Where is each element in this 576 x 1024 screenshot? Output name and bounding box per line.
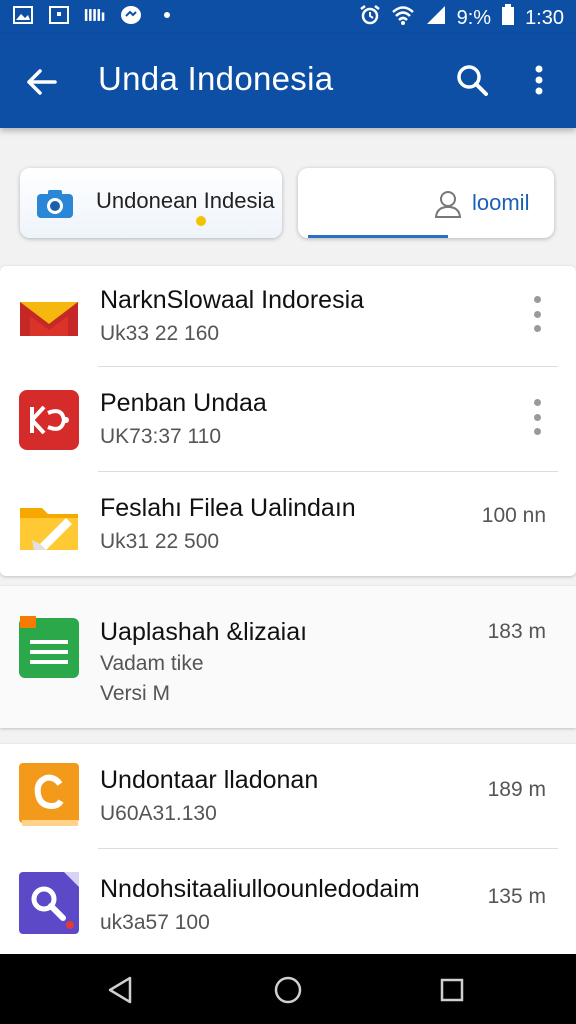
search-icon	[457, 65, 488, 96]
battery-icon	[501, 4, 515, 32]
item-subtitle: UK73:37 110	[100, 425, 222, 448]
square-recents-icon	[440, 978, 464, 1002]
gallery-notification-icon	[12, 5, 34, 25]
item-more-button[interactable]	[526, 296, 548, 332]
data-notification-icon	[84, 5, 106, 25]
chip-label: Undonean Indesia	[96, 188, 275, 213]
item-title: Uaplashah &lizaiaı	[100, 618, 308, 646]
list-item[interactable]: NarknSlowaal Indoresia Uk33 22 160	[0, 266, 576, 366]
item-title: Nndohsitaaliulloounledodaim	[100, 875, 420, 903]
list-item[interactable]: Nndohsitaaliulloounledodaim uk3a57 100 1…	[0, 849, 576, 953]
list-item[interactable]: Uaplashah &lizaiaı Vadam tike Versi M 18…	[0, 586, 576, 728]
item-title: Feslahı Filea Ualindaın	[100, 494, 356, 522]
item-title: Undontaar lladonan	[100, 766, 319, 794]
item-title: Penban Undaa	[100, 389, 267, 417]
chip-indicator-dot	[196, 216, 206, 226]
sheets-app-icon	[18, 614, 80, 678]
item-subtitle: uk3a57 100	[100, 911, 210, 934]
list-card: NarknSlowaal Indoresia Uk33 22 160 Penba…	[0, 266, 576, 576]
filter-chip-indonesia[interactable]: Undonean Indesia	[20, 168, 282, 238]
overflow-menu-button[interactable]	[524, 60, 554, 100]
signal-icon	[425, 5, 447, 31]
battery-percent: 9:%	[456, 6, 492, 29]
item-subtitle: Vadam tike	[100, 652, 204, 675]
files-app-icon	[18, 494, 80, 556]
list-item[interactable]: Undontaar lladonan U60A31.130 189 m	[0, 744, 576, 848]
list-item[interactable]: Feslahı Filea Ualindaın Uk31 22 500 100 …	[0, 472, 576, 576]
item-meta: 183 m	[487, 620, 546, 643]
list-card: Undontaar lladonan U60A31.130 189 m Nndo…	[0, 744, 576, 954]
item-meta: 135 m	[487, 885, 546, 908]
chip-underline	[308, 235, 448, 238]
red-app-icon	[18, 389, 80, 451]
search-button[interactable]	[452, 60, 492, 100]
screen-notification-icon	[48, 5, 70, 25]
mail-app-icon	[18, 286, 80, 348]
person-icon	[434, 190, 462, 218]
more-vert-icon	[535, 65, 543, 95]
orange-app-icon	[18, 762, 80, 826]
system-nav-bar	[0, 954, 576, 1024]
status-bar: 9:% 1:30	[0, 0, 576, 34]
nav-recents-button[interactable]	[432, 970, 472, 1010]
item-subtitle-2: Versi M	[100, 682, 171, 705]
list-card: Uaplashah &lizaiaı Vadam tike Versi M 18…	[0, 586, 576, 728]
item-subtitle: Uk33 22 160	[100, 322, 220, 345]
nav-home-button[interactable]	[268, 970, 308, 1010]
clock: 1:30	[525, 6, 564, 29]
item-subtitle: Uk31 22 500	[100, 530, 220, 553]
back-arrow-icon	[27, 69, 57, 95]
circle-home-icon	[274, 976, 302, 1004]
wifi-icon	[391, 5, 415, 31]
item-more-button[interactable]	[526, 399, 548, 435]
item-meta: 189 m	[487, 778, 546, 801]
chip-label: loomil	[472, 190, 530, 215]
nav-back-button[interactable]	[100, 970, 140, 1010]
camera-icon	[36, 188, 74, 220]
list-item[interactable]: Penban Undaa UK73:37 110	[0, 367, 576, 471]
item-meta: 100 nn	[481, 504, 546, 527]
triangle-back-icon	[108, 976, 132, 1004]
chat-notification-icon	[120, 5, 142, 25]
page-title: Unda Indonesia	[98, 60, 334, 97]
item-subtitle: U60A31.130	[100, 802, 217, 825]
filter-chip-account[interactable]: loomil	[298, 168, 554, 238]
item-title: NarknSlowaal Indoresia	[100, 286, 365, 314]
alarm-icon	[359, 4, 381, 32]
dot-notification-icon	[156, 5, 178, 25]
back-button[interactable]	[22, 62, 62, 102]
app-bar: Unda Indonesia	[0, 34, 576, 128]
purple-search-app-icon	[18, 871, 80, 934]
